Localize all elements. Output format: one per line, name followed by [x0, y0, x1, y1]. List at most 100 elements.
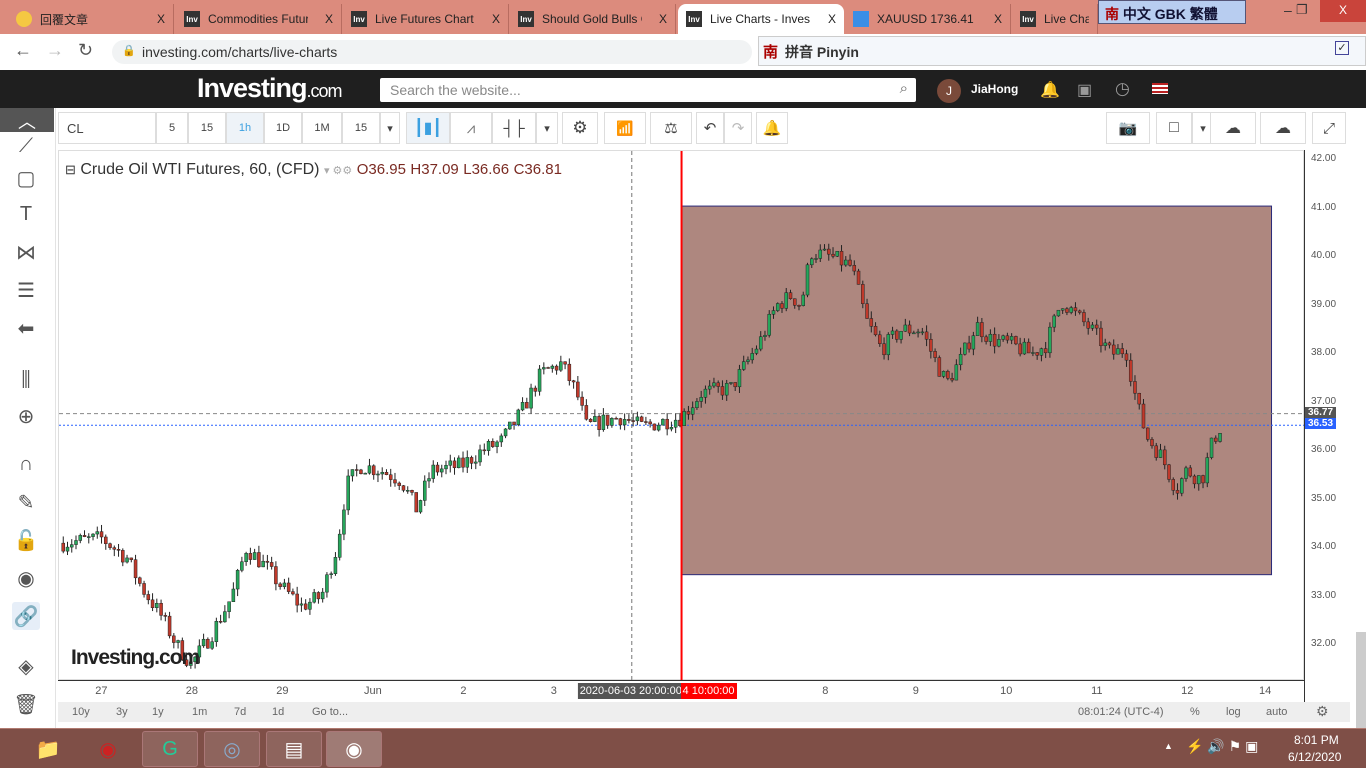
compare-icon[interactable]: ⚖ [650, 112, 692, 144]
cloud-save-icon[interactable]: ☁ [1260, 112, 1306, 144]
pencil-lock-icon[interactable]: ✎ [12, 488, 40, 516]
zoom-in-icon[interactable]: ⊕ [12, 402, 40, 430]
fullscreen-icon[interactable]: ⤢ [1312, 112, 1346, 144]
collapse-legend-icon[interactable]: ⊟ [65, 162, 76, 177]
restore-button[interactable]: ❐ [1296, 2, 1308, 18]
document-app-icon[interactable]: ▤ [266, 731, 322, 767]
legend-dropdown-icon[interactable]: ▾ ⚙⚙ [324, 165, 352, 177]
tab-close-icon[interactable]: X [492, 12, 500, 26]
browser-tab[interactable]: Inv Live Futures Chart - X [343, 4, 509, 34]
trash-icon[interactable]: 🗑 [12, 690, 40, 718]
forward-icon[interactable]: → [46, 40, 64, 61]
tab-close-icon[interactable]: X [157, 12, 165, 26]
range-button[interactable]: 3y [116, 706, 128, 718]
range-button[interactable]: 10y [72, 706, 90, 718]
area-chart-icon[interactable]: ⩘ [450, 112, 492, 144]
browser-tab[interactable]: Inv Should Gold Bulls C X [510, 4, 676, 34]
symbol-input[interactable]: CL [58, 112, 156, 144]
trend-line-tool-icon[interactable]: ⟋ [12, 132, 40, 160]
browser-tab[interactable]: XAUUSD 1736.41 ▲ X [845, 4, 1011, 34]
interval-1h[interactable]: 1h [226, 112, 264, 144]
price-chart[interactable] [59, 151, 1305, 681]
browser-icon[interactable]: ◎ [204, 731, 260, 767]
investing-logo[interactable]: Investing.com [197, 73, 343, 104]
user-name[interactable]: JiaHong [971, 82, 1018, 96]
tab-close-icon[interactable]: X [828, 12, 836, 26]
tab-close-icon[interactable]: X [994, 12, 1002, 26]
rectangle-tool-icon[interactable]: ▢ [12, 164, 40, 192]
price-axis[interactable]: 42.00 41.00 40.00 39.00 38.00 37.00 36.00 35.00… [1304, 150, 1350, 702]
browser-tab[interactable]: Inv Live Chart [1012, 4, 1098, 34]
range-button[interactable]: 7d [234, 706, 246, 718]
fib-tool-icon[interactable]: ☰ [12, 276, 40, 304]
magnet-icon[interactable]: ∩ [12, 450, 40, 478]
chart-area[interactable]: ⊟ Crude Oil WTI Futures, 60, (CFD) ▾ ⚙⚙ … [58, 150, 1305, 681]
chrome-icon[interactable]: ◉ [326, 731, 382, 767]
cloud-load-icon[interactable]: ☁ [1210, 112, 1256, 144]
chart-type-dropdown-icon[interactable]: ▾ [536, 112, 558, 144]
page-scrollbar[interactable] [1356, 632, 1366, 728]
log-toggle[interactable]: log [1226, 706, 1241, 718]
alert-icon[interactable]: 🔔 [756, 112, 788, 144]
candles-icon[interactable]: ┃▮┃ [406, 112, 450, 144]
range-button[interactable]: 1d [272, 706, 284, 718]
percent-toggle[interactable]: % [1190, 706, 1200, 718]
browser-tab[interactable]: Inv Commodities Futures X [176, 4, 342, 34]
tab-close-icon[interactable]: X [659, 12, 667, 26]
grammarly-icon[interactable]: G [142, 731, 198, 767]
tab-close-icon[interactable]: X [325, 12, 333, 26]
browser-tab[interactable]: 回覆文章 X [8, 4, 174, 34]
interval-1m[interactable]: 1M [302, 112, 342, 144]
interval-1d[interactable]: 1D [264, 112, 302, 144]
us-flag-icon[interactable] [1152, 83, 1168, 94]
ime-input-bar[interactable]: 南 拼音 Pinyin ✓ [758, 36, 1366, 66]
measure-tool-icon[interactable]: ⫼ [12, 366, 40, 394]
settings-icon[interactable]: ⚙ [1316, 703, 1329, 720]
settings-icon[interactable]: ⚙ [562, 112, 598, 144]
ime-app-icon[interactable]: ◉ [80, 731, 136, 767]
collapse-up-icon[interactable]: ︿ [0, 108, 54, 132]
avatar[interactable]: J [937, 79, 961, 103]
indicators-icon[interactable]: 📶 [604, 112, 646, 144]
time-axis[interactable]: 27 28 29 Jun 2 3 8 9 10 11 12 14 2020-06-03 20:00:00… [58, 680, 1304, 702]
portfolio-icon[interactable]: ▣ [1077, 80, 1092, 100]
text-tool-icon[interactable]: T [12, 200, 40, 228]
search-icon[interactable]: ⌕ [900, 80, 908, 97]
clock-icon[interactable]: ◷ [1115, 79, 1130, 99]
interval-15[interactable]: 15 [188, 112, 226, 144]
clock-date[interactable]: 6/12/2020 [1288, 750, 1341, 764]
range-button[interactable]: 1m [192, 706, 207, 718]
minimize-button[interactable]: – [1284, 2, 1292, 18]
eye-icon[interactable]: ◉ [12, 564, 40, 592]
tray-expand-icon[interactable]: ▲ [1164, 741, 1173, 751]
interval-5[interactable]: 5 [156, 112, 188, 144]
link-icon[interactable]: 🔗 [12, 602, 40, 630]
search-input[interactable]: Search the website... ⌕ [380, 78, 916, 102]
tray-icons[interactable]: ⚡ 🔊 ⚑ ▣ [1186, 738, 1258, 755]
interval-dropdown-icon[interactable]: ▾ [380, 112, 400, 144]
browser-tab[interactable]: Inv Live Charts - Investi X [678, 4, 844, 34]
range-button[interactable]: Go to... [312, 706, 348, 718]
range-button[interactable]: 1y [152, 706, 164, 718]
ime-checkbox[interactable]: ✓ [1335, 41, 1349, 55]
window-close-button[interactable]: X [1320, 0, 1366, 22]
arrow-tool-icon[interactable]: ⬅ [12, 314, 40, 342]
interval-custom[interactable]: 15 [342, 112, 380, 144]
reload-icon[interactable]: ↻ [78, 40, 93, 61]
bell-icon[interactable]: 🔔 [1040, 80, 1060, 100]
clock-time[interactable]: 8:01 PM [1294, 733, 1339, 747]
bars-icon[interactable]: ┤├ [492, 112, 536, 144]
candle [997, 339, 1001, 347]
url-input[interactable]: 🔒 investing.com/charts/live-charts [112, 40, 752, 64]
fullscreen-box-icon[interactable]: □ [1156, 112, 1192, 144]
screenshot-icon[interactable]: 📷 [1106, 112, 1150, 144]
unlock-icon[interactable]: 🔓 [12, 526, 40, 554]
pattern-tool-icon[interactable]: ⋈ [12, 238, 40, 266]
back-icon[interactable]: ← [14, 40, 32, 61]
auto-toggle[interactable]: auto [1266, 706, 1287, 718]
redo-icon[interactable]: ↷ [724, 112, 752, 144]
file-explorer-icon[interactable]: 📁 [20, 731, 76, 767]
ime-toolbar[interactable]: 南 中文 GBK 繁體 [1098, 0, 1246, 24]
undo-icon[interactable]: ↶ [696, 112, 724, 144]
layers-icon[interactable]: ◈ [12, 652, 40, 680]
